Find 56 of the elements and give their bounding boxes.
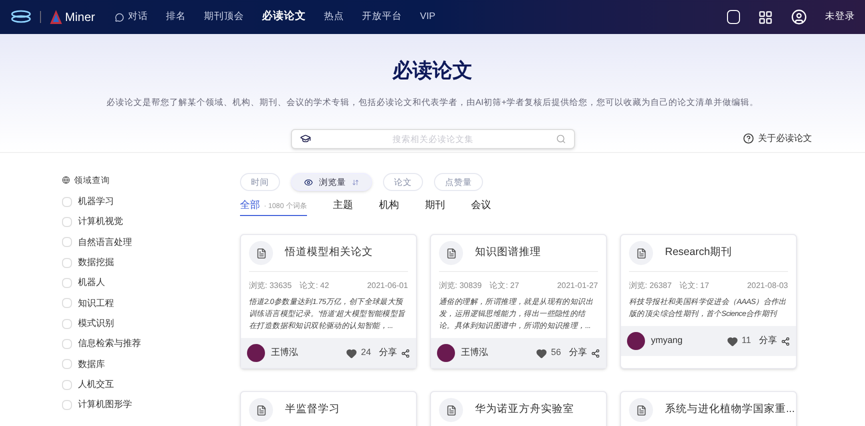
nav-item[interactable]: 必读论文: [262, 9, 306, 25]
paper-count: 论文: 27: [490, 280, 520, 292]
nav-item[interactable]: 热点: [324, 10, 344, 24]
share-button[interactable]: 分享: [569, 346, 600, 360]
field-label[interactable]: 计算机图形学: [78, 398, 132, 412]
share-button[interactable]: 分享: [379, 346, 410, 360]
view-count: 浏览: 33635: [249, 280, 292, 292]
field-label[interactable]: 信息检索与推荐: [78, 337, 141, 351]
share-button[interactable]: 分享: [759, 334, 790, 348]
sort-chip[interactable]: 浏览量: [291, 173, 372, 191]
paper-card[interactable]: 系统与进化植物学国家重...: [620, 391, 797, 426]
field-label[interactable]: 机器人: [78, 276, 105, 290]
category-tab[interactable]: 期刊: [424, 198, 445, 216]
view-count: 浏览: 30839: [439, 280, 482, 292]
card-title[interactable]: 系统与进化植物学国家重...: [665, 402, 795, 418]
card-title[interactable]: 华为诺亚方舟实验室: [475, 402, 574, 418]
nav-item[interactable]: VIP: [420, 10, 436, 24]
like-count: 11: [742, 334, 751, 348]
field-label[interactable]: 机器学习: [78, 195, 114, 209]
author-name[interactable]: 王博泓: [461, 346, 488, 360]
author-name[interactable]: ymyang: [651, 334, 683, 348]
page-subtitle: 必读论文是帮您了解某个领域、机构、期刊、会议的学术专辑，包括必读论文和代表学者，由AI初筛+学者复核后提供给您，您可以收藏为自己的论文清单并做编辑。: [106, 96, 758, 109]
field-label[interactable]: 计算机视觉: [78, 215, 123, 229]
card-title[interactable]: 知识图谱推理: [475, 245, 541, 261]
field-label[interactable]: 自然语言处理: [78, 236, 132, 250]
sidebar-title: 领域查询: [74, 174, 110, 187]
category-tab[interactable]: 会议: [470, 198, 491, 216]
card-title[interactable]: 半监督学习: [285, 402, 340, 418]
category-tab[interactable]: 机构: [378, 198, 399, 216]
about-link[interactable]: 关于必读论文: [743, 132, 812, 145]
category-tab[interactable]: 主题: [332, 198, 353, 216]
nav-item[interactable]: 开放平台: [362, 10, 402, 24]
card-date: 2021-01-27: [557, 280, 598, 292]
author-name[interactable]: 王博泓: [271, 346, 298, 360]
page-title: 必读论文: [392, 58, 472, 84]
paper-card[interactable]: 半监督学习: [240, 391, 417, 426]
field-label[interactable]: 数据库: [78, 358, 105, 372]
field-label[interactable]: 人机交互: [78, 378, 114, 392]
like-count: 24: [360, 346, 371, 360]
like-count: 56: [550, 346, 561, 360]
card-title[interactable]: 悟道模型相关论文: [285, 245, 373, 261]
field-label[interactable]: 模式识别: [78, 316, 114, 330]
paper-count: 论文: 17: [680, 280, 710, 292]
card-title[interactable]: Research期刊: [665, 245, 732, 261]
view-count: 浏览: 26387: [629, 280, 672, 292]
field-label[interactable]: 数据挖掘: [78, 256, 114, 270]
field-label[interactable]: 知识工程: [78, 296, 114, 310]
nav-item[interactable]: 期刊顶会: [204, 10, 244, 24]
nav-item[interactable]: 排名: [166, 10, 186, 24]
card-date: 2021-06-01: [367, 280, 408, 292]
nav-item[interactable]: 对话: [115, 10, 148, 24]
card-date: 2021-08-03: [747, 280, 788, 292]
login-link[interactable]: 未登录: [825, 10, 855, 24]
logo-text: Miner: [65, 9, 96, 26]
paper-count: 论文: 42: [300, 280, 330, 292]
paper-card[interactable]: 华为诺亚方舟实验室: [430, 391, 607, 426]
